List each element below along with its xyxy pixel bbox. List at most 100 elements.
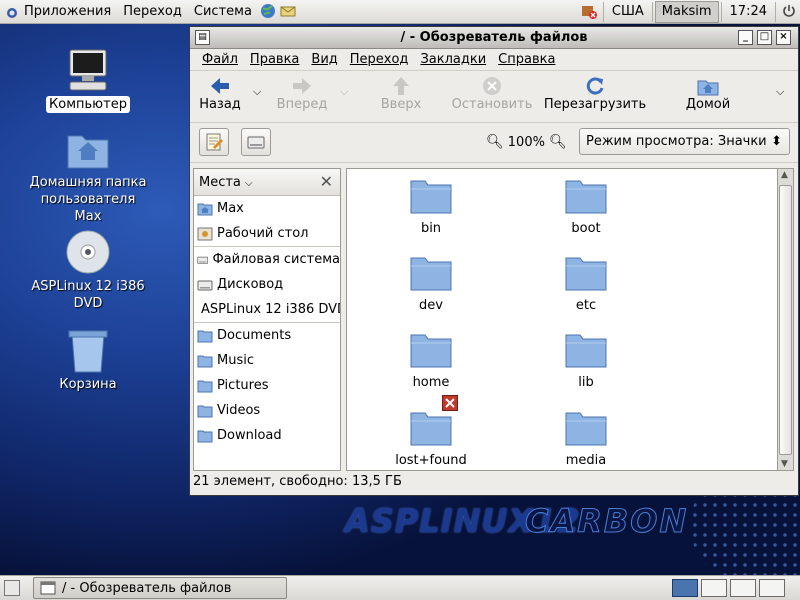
- desktop-icon-home[interactable]: Домашняя папка пользователя Max: [23, 128, 153, 225]
- workspace-4[interactable]: [759, 579, 785, 597]
- reload-icon: [586, 77, 604, 95]
- menu-help[interactable]: Справка: [492, 52, 561, 67]
- system-menu[interactable]: Система: [188, 0, 258, 24]
- close-button[interactable]: ×: [776, 30, 791, 45]
- select-arrows-icon: ⬍: [771, 134, 782, 149]
- notification-area[interactable]: [577, 0, 601, 24]
- toolbar-overflow-button[interactable]: ⌵: [776, 85, 784, 99]
- forward-button[interactable]: Вперед: [274, 75, 330, 112]
- location-entry-toggle[interactable]: [199, 128, 229, 156]
- workspace-3[interactable]: [730, 579, 756, 597]
- no-access-emblem-icon: [442, 395, 458, 411]
- home-label: Домой: [685, 97, 731, 112]
- desktop-icon-trash[interactable]: Корзина: [23, 328, 153, 393]
- file-item[interactable]: bin: [381, 177, 481, 236]
- sidebar-item-label: Pictures: [217, 378, 269, 393]
- drive-icon: [197, 280, 213, 290]
- sidebar-item-desktop[interactable]: Рабочий стол: [194, 221, 340, 246]
- home-icon: [697, 80, 719, 96]
- status-bar: 21 элемент, свободно: 13,5 ГБ: [193, 474, 402, 489]
- sidebar-item-dvd[interactable]: ASPLinux 12 i386 DVD: [194, 297, 340, 322]
- desktop-icon-dvd[interactable]: ASPLinux 12 i386 DVD: [23, 228, 153, 312]
- stop-button[interactable]: Остановить: [448, 75, 536, 112]
- power-button[interactable]: [778, 0, 800, 24]
- browser-launcher[interactable]: [258, 0, 278, 24]
- sidebar-item-label: Дисковод: [217, 277, 284, 292]
- scroll-thumb[interactable]: [779, 185, 792, 455]
- sidebar-type-select[interactable]: Места ⌵: [199, 175, 253, 190]
- file-item[interactable]: dev: [381, 254, 481, 313]
- keyboard-layout[interactable]: США: [606, 0, 650, 24]
- title-bar[interactable]: ▤ / - Обозреватель файлов _ □ ×: [190, 27, 798, 49]
- sidebar-item-music[interactable]: Music: [194, 348, 340, 373]
- menu-view[interactable]: Вид: [305, 52, 343, 67]
- sidebar-item-floppy[interactable]: Дисковод: [194, 272, 340, 297]
- zoom-control: 🔍︎ 100% 🔍︎: [486, 134, 567, 150]
- desktop-icon-computer[interactable]: Компьютер: [23, 46, 153, 113]
- folder-icon: [565, 412, 607, 446]
- places-menu[interactable]: Переход: [117, 0, 188, 24]
- update-error-icon: [581, 6, 597, 19]
- maximize-button[interactable]: □: [757, 30, 772, 45]
- workspace-2[interactable]: [701, 579, 727, 597]
- applications-menu[interactable]: Приложения: [0, 0, 117, 24]
- file-item[interactable]: lost+found: [381, 395, 481, 468]
- taskbar-item[interactable]: / - Обозреватель файлов: [33, 577, 287, 599]
- desktop-icon-label: Домашняя папка пользователя Max: [29, 175, 147, 224]
- folder-icon: [197, 380, 213, 392]
- gnome-foot-icon: [7, 7, 17, 18]
- home-button[interactable]: Домой: [680, 75, 736, 112]
- file-item[interactable]: boot: [536, 177, 636, 236]
- file-item[interactable]: lib: [536, 331, 636, 390]
- file-view[interactable]: bin boot dev etc home lib lost+found med…: [346, 168, 778, 471]
- folder-icon: [197, 355, 213, 367]
- back-button[interactable]: Назад: [198, 75, 242, 112]
- file-item[interactable]: etc: [536, 254, 636, 313]
- file-item[interactable]: home: [381, 331, 481, 390]
- show-desktop-button[interactable]: [4, 580, 20, 596]
- chevron-down-icon: ⌵: [245, 177, 253, 189]
- user-switcher[interactable]: Maksim: [654, 0, 719, 23]
- path-bar-button[interactable]: [241, 128, 271, 156]
- sidebar-item-download[interactable]: Download: [194, 423, 340, 448]
- forward-history-dropdown[interactable]: ⌵: [340, 85, 348, 99]
- clock[interactable]: 17:24: [724, 0, 773, 24]
- vertical-scrollbar[interactable]: ▲ ▼: [777, 168, 794, 471]
- reload-button[interactable]: Перезагрузить: [542, 75, 648, 112]
- sidebar-item-pictures[interactable]: Pictures: [194, 373, 340, 398]
- scroll-down-arrow-icon[interactable]: ▼: [781, 459, 788, 469]
- places-sidebar: Места ⌵ ✕ Max Рабочий стол Файловая сист…: [193, 168, 341, 471]
- desktop-icon-label: Корзина: [59, 377, 117, 392]
- zoom-out-icon[interactable]: 🔍︎: [486, 134, 504, 150]
- sidebar-item-home[interactable]: Max: [194, 196, 340, 221]
- view-mode-select[interactable]: Режим просмотра: Значки ⬍: [579, 128, 790, 155]
- zoom-level[interactable]: 100%: [508, 135, 545, 150]
- scroll-up-arrow-icon[interactable]: ▲: [781, 170, 788, 180]
- file-name: lib: [578, 375, 594, 390]
- sidebar-item-filesystem[interactable]: Файловая система: [194, 247, 340, 272]
- menu-bookmarks[interactable]: Закладки: [414, 52, 492, 67]
- desktop-icon-label: Компьютер: [46, 96, 130, 113]
- minimize-button[interactable]: _: [738, 30, 753, 45]
- zoom-in-icon[interactable]: 🔍︎: [549, 134, 567, 150]
- close-sidebar-icon[interactable]: ✕: [320, 172, 333, 191]
- file-name: home: [412, 375, 450, 390]
- file-name: boot: [571, 221, 601, 236]
- workspace-1[interactable]: [672, 579, 698, 597]
- file-item[interactable]: media: [536, 409, 636, 468]
- arrow-left-icon: [211, 78, 229, 94]
- back-history-dropdown[interactable]: ⌵: [253, 85, 261, 99]
- globe-icon: [260, 4, 275, 18]
- desktop-icon: [197, 227, 213, 240]
- harddisk-icon: [197, 256, 209, 264]
- menu-edit[interactable]: Правка: [244, 52, 305, 67]
- menu-go[interactable]: Переход: [344, 52, 415, 67]
- menu-file[interactable]: Файл: [196, 52, 244, 67]
- mail-launcher[interactable]: [278, 0, 298, 24]
- up-button[interactable]: Вверх: [376, 75, 426, 112]
- sidebar-item-videos[interactable]: Videos: [194, 398, 340, 423]
- sidebar-item-label: ASPLinux 12 i386 DVD: [201, 302, 341, 317]
- file-browser-window: ▤ / - Обозреватель файлов _ □ × Файл Пра…: [189, 26, 799, 496]
- sidebar-header: Места ⌵ ✕: [194, 169, 340, 196]
- sidebar-item-documents[interactable]: Documents: [194, 323, 340, 348]
